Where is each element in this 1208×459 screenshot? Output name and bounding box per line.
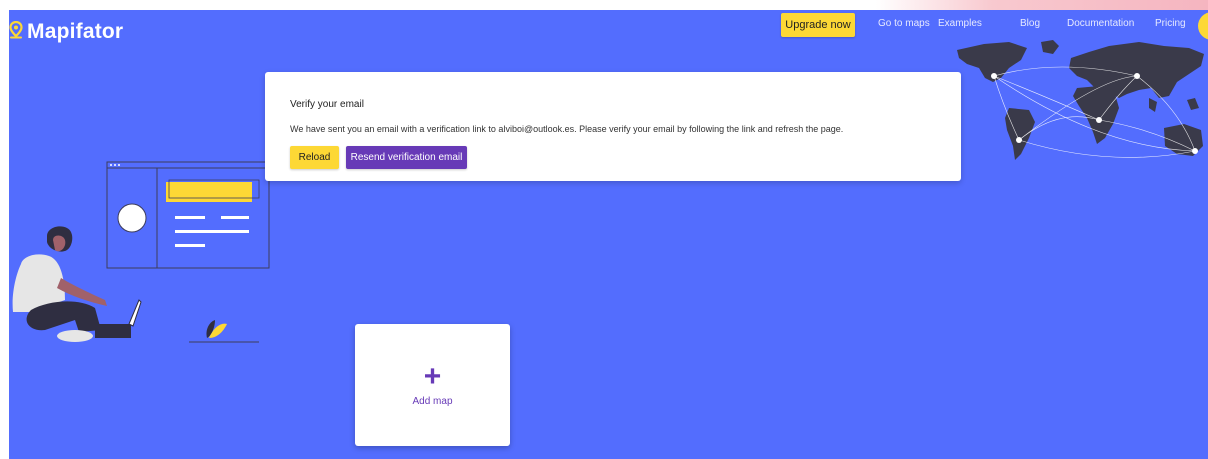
nav-link-examples[interactable]: Examples (938, 18, 982, 29)
map-pin-icon (9, 20, 23, 44)
add-map-label: Add map (412, 395, 453, 407)
nav-link-go-to-maps[interactable]: Go to maps (878, 18, 930, 29)
resend-verification-email-button[interactable]: Resend verification email (346, 146, 467, 169)
nav-link-blog[interactable]: Blog (1020, 18, 1040, 29)
world-map-illustration (957, 40, 1204, 160)
nav-link-documentation[interactable]: Documentation (1067, 18, 1134, 29)
person-laptop-illustration (12, 161, 270, 343)
verify-email-title: Verify your email (290, 99, 364, 110)
logo-text: Mapifator (27, 20, 124, 43)
decorative-stripe (876, 0, 1208, 10)
verify-email-card: Verify your email We have sent you an em… (265, 72, 961, 181)
plus-icon: + (423, 359, 442, 393)
app-background: Mapifator Upgrade now Go to maps Example… (9, 10, 1208, 459)
page: Mapifator Upgrade now Go to maps Example… (0, 0, 1208, 459)
logo[interactable]: Mapifator (9, 18, 123, 46)
nav-link-pricing[interactable]: Pricing (1155, 18, 1186, 29)
verify-email-message: We have sent you an email with a verific… (290, 124, 844, 134)
add-map-card[interactable]: + Add map (355, 324, 510, 446)
reload-button[interactable]: Reload (290, 146, 339, 169)
upgrade-now-button[interactable]: Upgrade now (781, 13, 855, 37)
user-avatar[interactable] (1198, 12, 1208, 40)
